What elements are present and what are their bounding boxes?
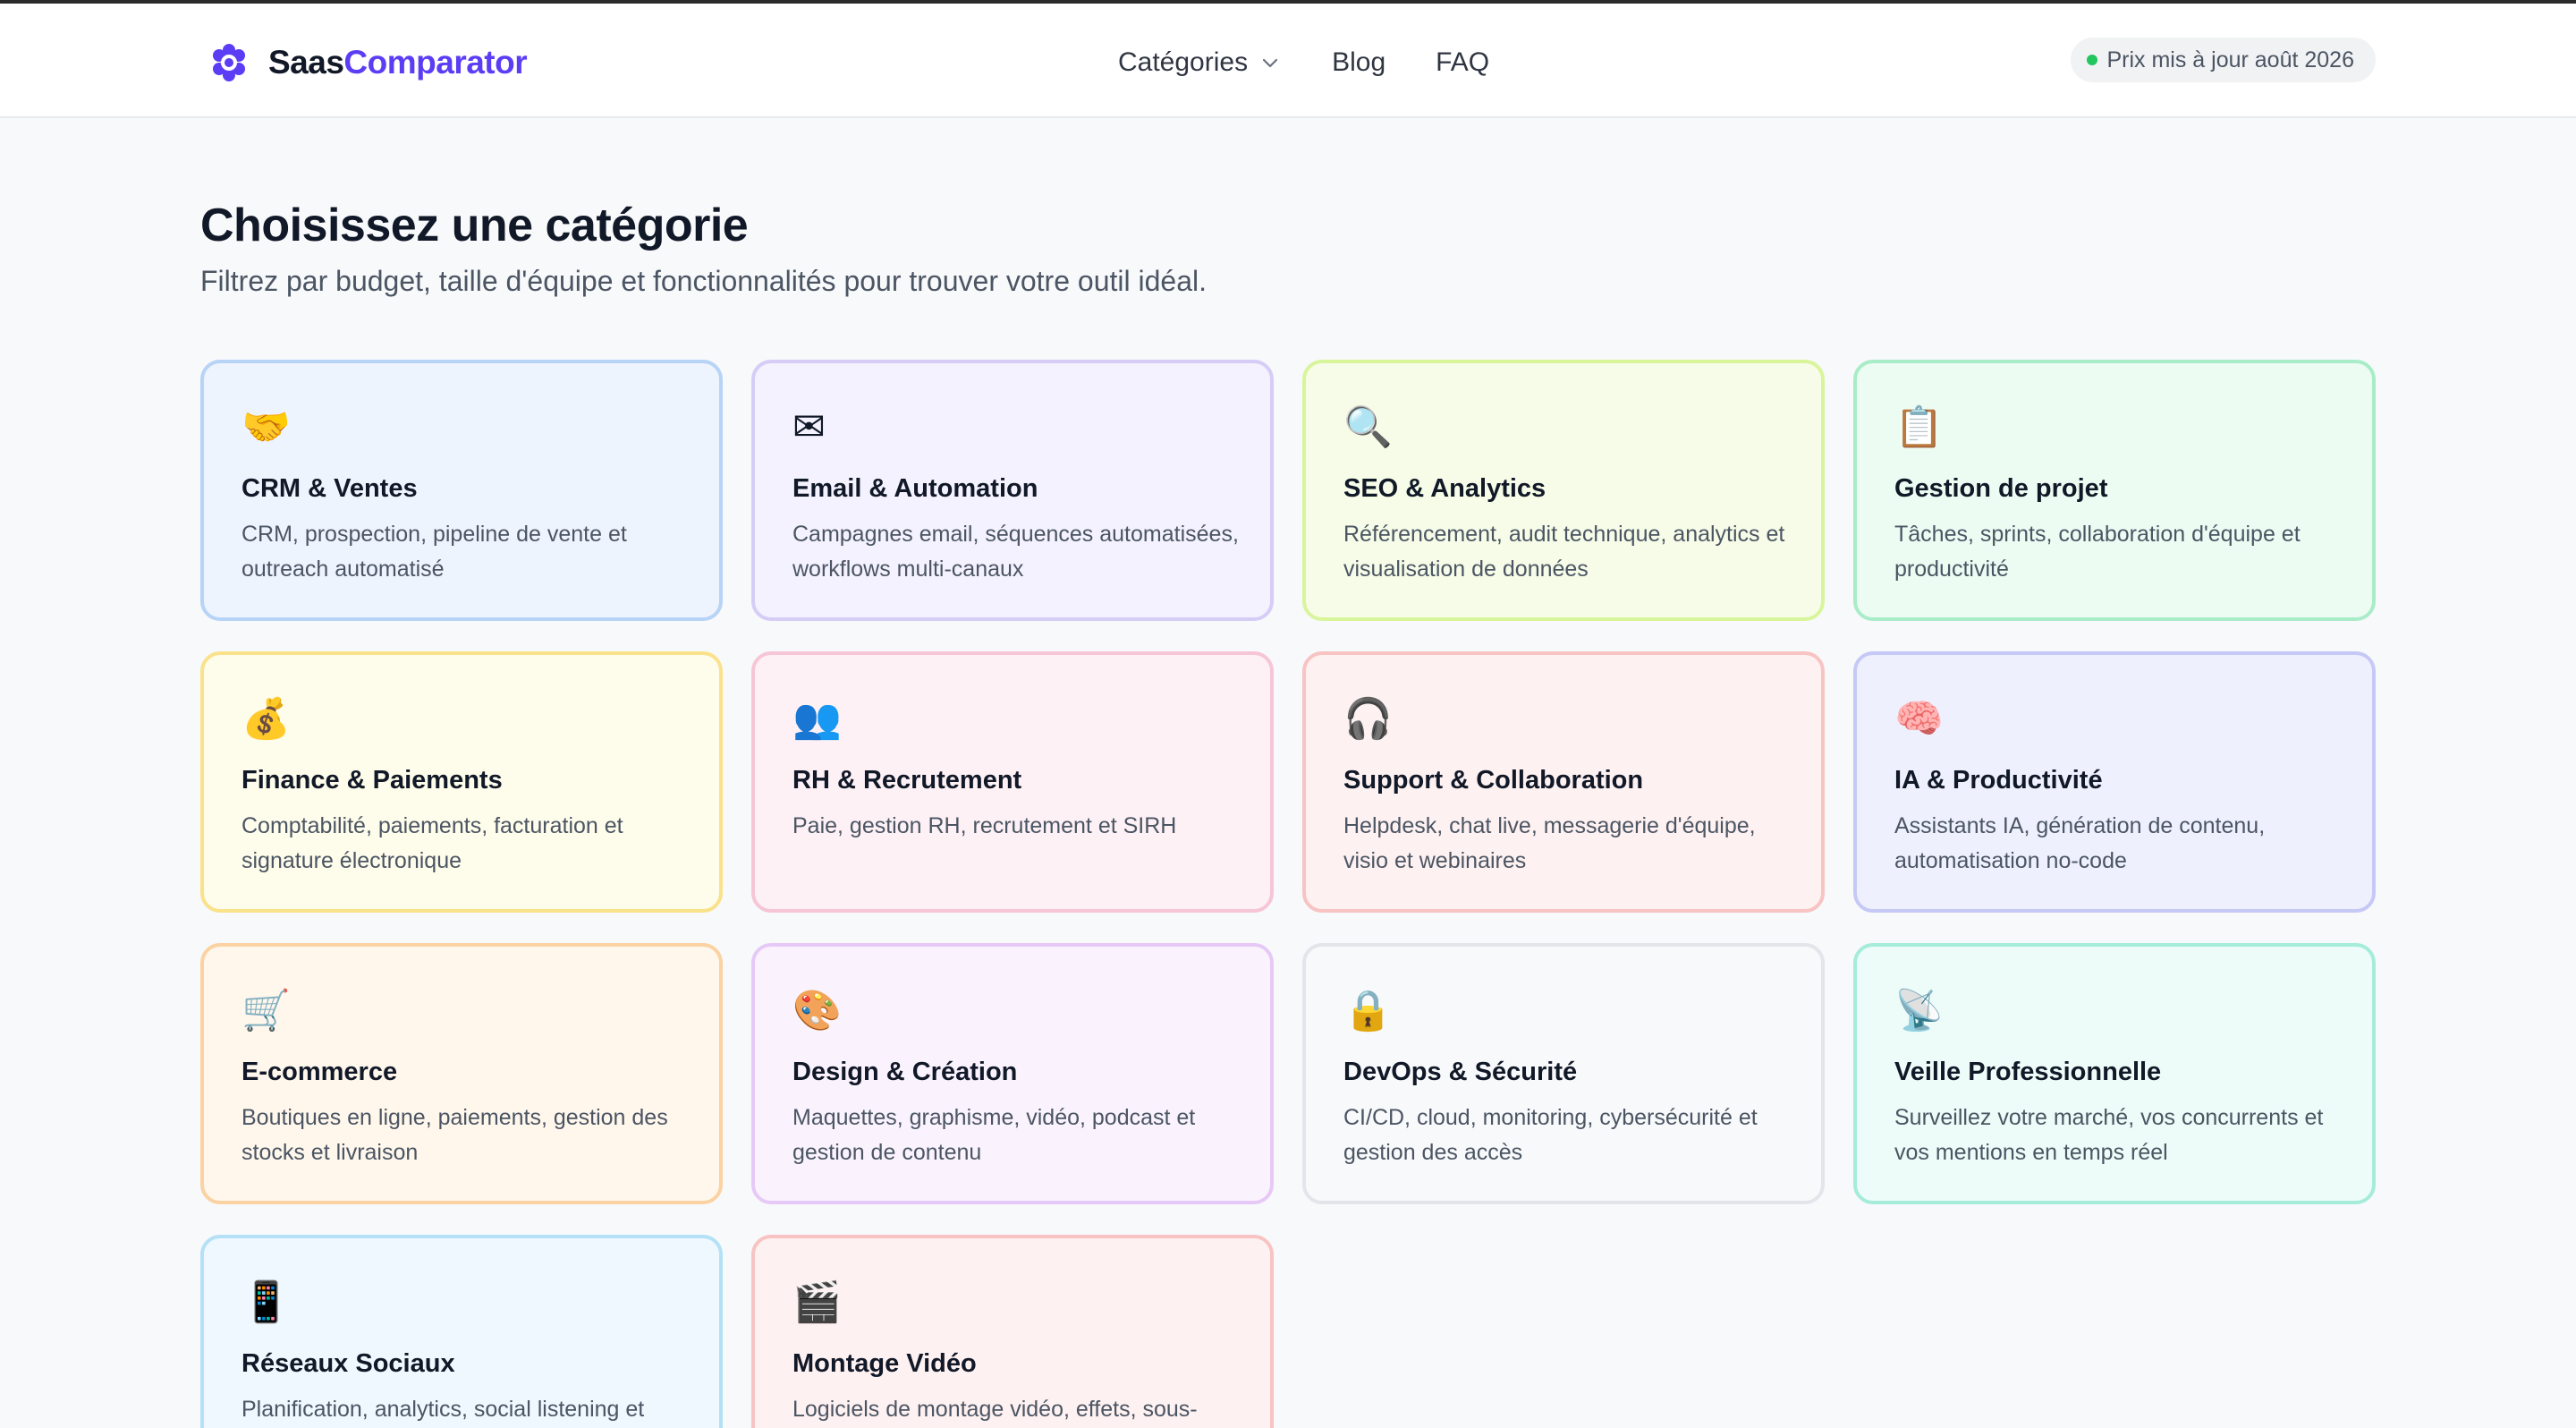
category-name: DevOps & Sécurité [1343,1058,1578,1086]
category-card[interactable]: 🎨 Design & Création Maquettes, graphisme, … [751,943,1274,1204]
category-description: Référencement, audit technique, analytic… [1343,522,1785,582]
shopping-cart-icon: 🛒 [242,988,291,1033]
category-name: RH & Recrutement [792,766,1022,795]
category-card[interactable]: 👥 RH & Recrutement Paie, gestion RH, recru… [751,651,1274,913]
page-subtitle: Filtrez par budget, taille d'équipe et f… [200,265,1207,297]
handshake-icon: 🤝 [242,404,291,450]
category-description: Planification, analytics, social listeni… [242,1397,645,1422]
category-card[interactable]: 📋 Gestion de projet Tâches, sprints, colla… [1853,360,2376,621]
category-card[interactable]: 🔒 DevOps & Sécurité CI/CD, cloud, monitori… [1302,943,1825,1204]
category-card[interactable]: 🛒 E-commerce Boutiques en ligne, paiements… [200,943,723,1204]
price-update-text: Prix mis à jour août 2026 [2106,47,2354,72]
clipboard-icon: 📋 [1894,404,1944,450]
magnifier-icon: 🔍 [1343,404,1393,450]
category-name: Veille Professionnelle [1894,1058,2162,1086]
category-name: Email & Automation [792,474,1038,503]
category-name: Design & Création [792,1058,1018,1086]
category-card[interactable]: 🤝 CRM & Ventes CRM, prospection, pipeline … [200,360,723,621]
category-description: Tâches, sprints, collaboration d'équipe … [1894,522,2301,582]
category-name: Gestion de projet [1894,474,2108,503]
category-card[interactable]: 🎧 Support & Collaboration Helpdesk, chat l… [1302,651,1825,913]
brand-name-part2: Comparator [343,44,528,81]
headphones-icon: 🎧 [1343,696,1393,742]
category-description: CI/CD, cloud, monitoring, cybersécurité … [1343,1105,1758,1165]
category-name: Finance & Paiements [242,766,503,795]
category-description: Assistants IA, génération de contenu, au… [1894,813,2266,873]
site-header: SaasComparator Catégories Blog FAQ Prix … [0,4,2576,118]
lock-icon: 🔒 [1343,988,1393,1033]
category-name: SEO & Analytics [1343,474,1546,503]
brand-logo[interactable]: SaasComparator [209,39,528,86]
category-description: Campagnes email, séquences automatisées,… [792,522,1239,582]
nav-categories-dropdown[interactable]: Catégories [1118,47,1280,78]
category-card[interactable]: 📡 Veille Professionnelle Surveillez votre … [1853,943,2376,1204]
mobile-phone-icon: 📱 [242,1279,291,1325]
category-name: E-commerce [242,1058,398,1086]
category-description: Helpdesk, chat live, messagerie d'équipe… [1343,813,1756,873]
category-name: IA & Productivité [1894,766,2103,795]
nav-blog-link[interactable]: Blog [1332,47,1385,78]
brand-name-part1: Saas [268,44,344,81]
brand-name: SaasComparator [268,44,528,81]
logo-flower-icon [213,44,245,81]
category-card[interactable]: 💰 Finance & Paiements Comptabilité, paieme… [200,651,723,913]
nav-faq-link[interactable]: FAQ [1436,47,1489,78]
category-name: Montage Vidéo [792,1349,977,1378]
category-card[interactable]: 📱 Réseaux Sociaux Planification, analytics… [200,1235,723,1428]
category-description: Boutiques en ligne, paiements, gestion d… [242,1105,668,1165]
main-nav: Catégories Blog FAQ [1118,43,1489,82]
category-description: Logiciels de montage vidéo, effets, sous… [792,1397,1198,1422]
category-description: Surveillez votre marché, vos concurrents… [1894,1105,2324,1165]
category-card[interactable]: 🎬 Montage Vidéo Logiciels de montage vidéo… [751,1235,1274,1428]
category-name: Réseaux Sociaux [242,1349,455,1378]
category-description: Comptabilité, paiements, facturation et … [242,813,623,873]
category-description: Maquettes, graphisme, vidéo, podcast et … [792,1105,1196,1165]
category-description: Paie, gestion RH, recrutement et SIRH [792,813,1177,838]
category-grid: 🤝 CRM & Ventes CRM, prospection, pipeline … [200,360,2376,1428]
page-title: Choisissez une catégorie [200,200,749,251]
category-card[interactable]: ✉ Email & Automation Campagnes email, séqu… [751,360,1274,621]
brain-icon: 🧠 [1894,696,1944,742]
category-card[interactable]: 🧠 IA & Productivité Assistants IA, générat… [1853,651,2376,913]
price-update-badge: Prix mis à jour août 2026 [2071,38,2376,82]
category-card[interactable]: 🔍 SEO & Analytics Référencement, audit tec… [1302,360,1825,621]
people-icon: 👥 [792,696,842,742]
money-bag-icon: 💰 [242,696,291,742]
category-name: CRM & Ventes [242,474,418,503]
chevron-down-icon [1262,58,1278,68]
clapper-board-icon: 🎬 [792,1279,842,1325]
envelope-icon: ✉ [792,404,826,450]
category-description: CRM, prospection, pipeline de vente et o… [242,522,627,582]
category-name: Support & Collaboration [1343,766,1644,795]
satellite-dish-icon: 📡 [1894,988,1944,1033]
nav-categories-label: Catégories [1118,47,1249,77]
palette-icon: 🎨 [792,988,842,1033]
status-dot-icon [2087,55,2098,65]
